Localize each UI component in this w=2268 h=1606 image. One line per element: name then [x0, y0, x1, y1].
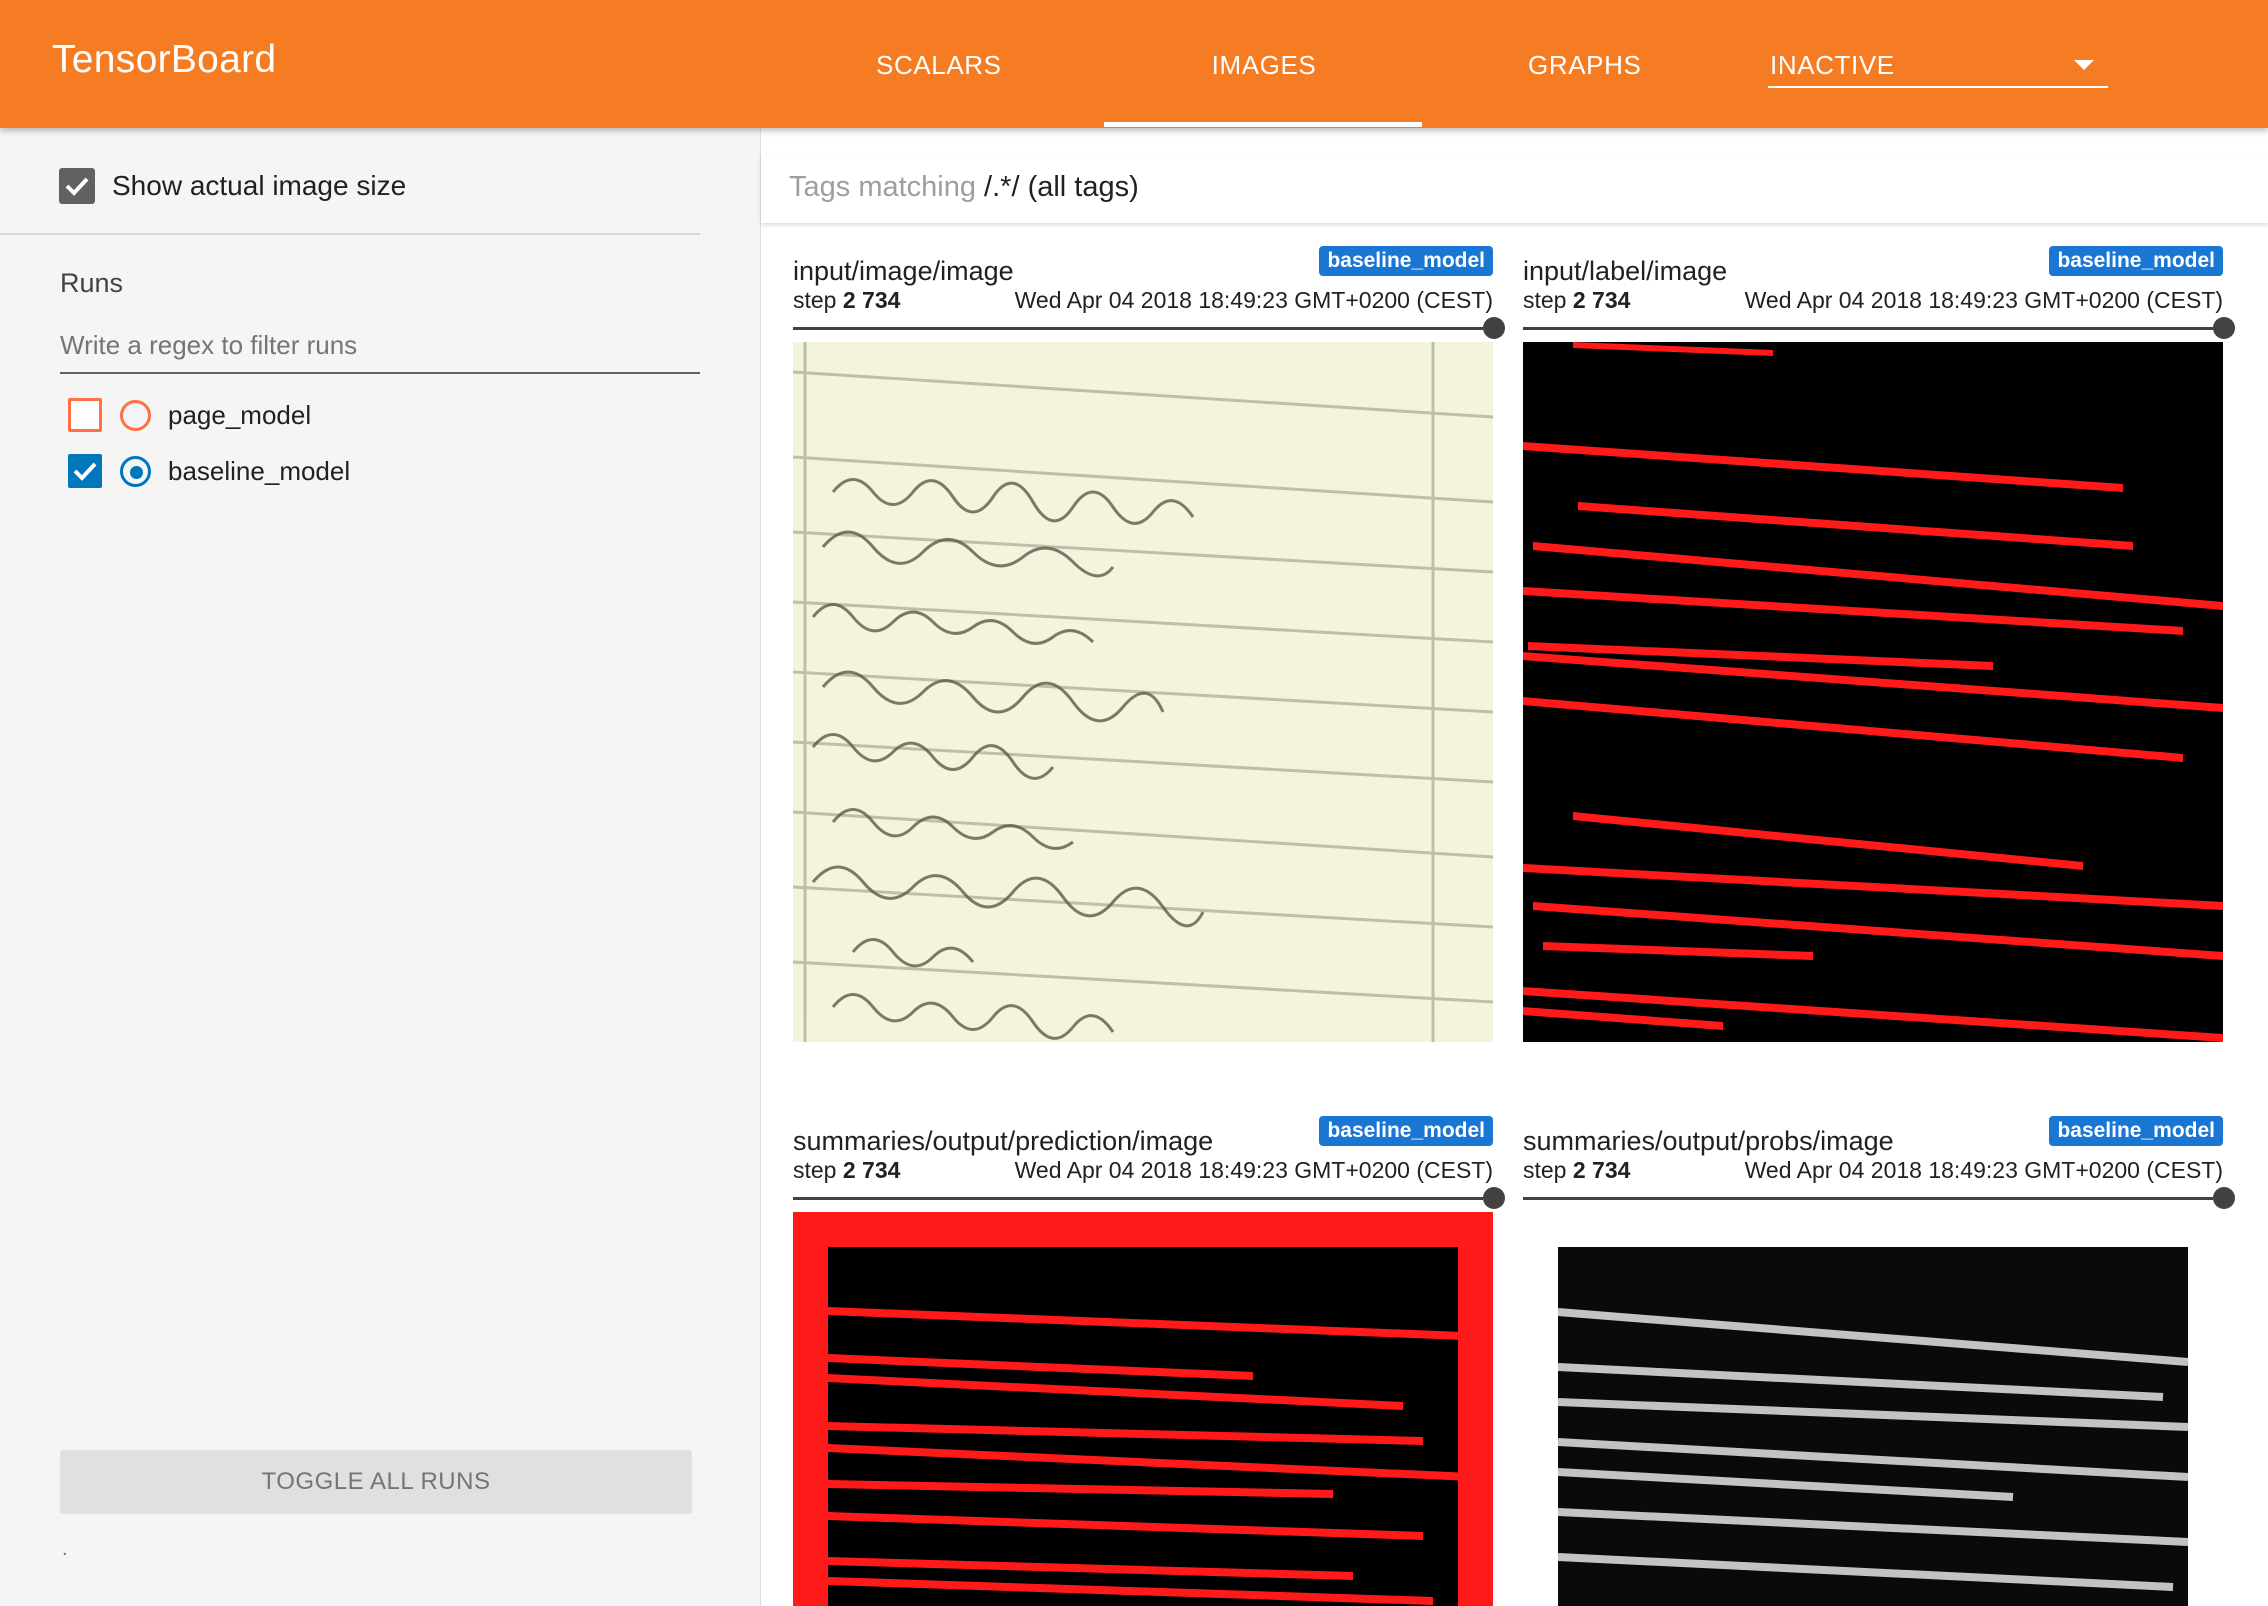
- step-label: step: [1523, 287, 1573, 313]
- top-app-bar: TensorBoard SCALARS IMAGES GRAPHS INACTI…: [0, 0, 2268, 128]
- inactive-dashboards-dropdown[interactable]: INACTIVE: [1768, 40, 2108, 88]
- card-tag: summaries/output/probs/image: [1523, 1126, 1894, 1156]
- step-slider-track[interactable]: [793, 327, 1483, 330]
- step-label: step: [1523, 1157, 1573, 1183]
- run-badge: baseline_model: [2049, 1116, 2223, 1146]
- radio-selected-dot: [130, 466, 143, 479]
- run-badge: baseline_model: [1319, 246, 1493, 276]
- tags-filter-suffix: (all tags): [1019, 171, 1139, 203]
- show-actual-size-label: Show actual image size: [112, 170, 407, 201]
- active-tab-indicator: [1104, 122, 1422, 127]
- card-tag: input/image/image: [793, 256, 1014, 286]
- chevron-down-icon: [2074, 60, 2094, 70]
- tags-filter-prefix: Tags matching: [789, 171, 985, 203]
- step-label: step: [793, 1157, 843, 1183]
- tab-graphs[interactable]: GRAPHS: [1528, 50, 1641, 81]
- tags-filter-text: Tags matching /.*/ (all tags): [789, 171, 1139, 204]
- run-badge: baseline_model: [2049, 246, 2223, 276]
- run-name: baseline_model: [168, 456, 351, 486]
- card-step: step 2 734: [1523, 287, 1630, 314]
- check-icon: [65, 177, 89, 196]
- show-actual-size-checkbox[interactable]: [59, 168, 95, 204]
- tab-images[interactable]: IMAGES: [1104, 50, 1424, 81]
- run-radio-page-model[interactable]: [120, 400, 151, 431]
- run-badge: baseline_model: [1319, 1116, 1493, 1146]
- image-red-baseline-prediction: [793, 1212, 1493, 1606]
- footer-mark: .: [62, 1538, 68, 1560]
- step-slider-track[interactable]: [793, 1197, 1483, 1200]
- step-slider-handle[interactable]: [2213, 1187, 2235, 1209]
- sidebar: Show actual image size Runs Write a rege…: [0, 128, 760, 1606]
- divider: [0, 233, 700, 235]
- runs-heading: Runs: [60, 268, 124, 298]
- tags-filter-regex: /.*/: [984, 171, 1020, 203]
- inactive-dropdown-value: INACTIVE: [1770, 50, 1895, 80]
- toggle-all-runs-button[interactable]: TOGGLE ALL RUNS: [60, 1450, 692, 1514]
- card-wall-time: Wed Apr 04 2018 18:49:23 GMT+0200 (CEST): [1014, 287, 1493, 313]
- run-checkbox-baseline-model[interactable]: [68, 454, 102, 488]
- card-step: step 2 734: [793, 1157, 900, 1184]
- step-slider-track[interactable]: [1523, 327, 2213, 330]
- step-slider-track[interactable]: [1523, 1197, 2213, 1200]
- image-handwritten-page: [793, 342, 1493, 1042]
- step-slider-handle[interactable]: [1483, 1187, 1505, 1209]
- run-name: page_model: [168, 400, 312, 430]
- run-checkbox-page-model[interactable]: [68, 398, 102, 432]
- tab-scalars[interactable]: SCALARS: [876, 50, 1001, 81]
- image-red-baseline-label: [1523, 342, 2223, 1042]
- image-grayscale-probability-map: [1523, 1212, 2223, 1606]
- step-value: 2 734: [1572, 1157, 1631, 1183]
- run-filter-input[interactable]: Write a regex to filter runs: [60, 330, 700, 374]
- step-slider-handle[interactable]: [1483, 317, 1505, 339]
- card-wall-time: Wed Apr 04 2018 18:49:23 GMT+0200 (CEST): [1014, 1157, 1493, 1183]
- card-tag: summaries/output/prediction/image: [793, 1126, 1214, 1156]
- card-wall-time: Wed Apr 04 2018 18:49:23 GMT+0200 (CEST): [1744, 287, 2223, 313]
- card-step: step 2 734: [793, 287, 900, 314]
- step-slider-handle[interactable]: [2213, 317, 2235, 339]
- run-radio-baseline-model[interactable]: [120, 456, 151, 487]
- run-filter-placeholder: Write a regex to filter runs: [60, 330, 358, 360]
- step-value: 2 734: [842, 1157, 901, 1183]
- check-icon: [73, 462, 97, 481]
- tags-filter-bar[interactable]: Tags matching /.*/ (all tags): [761, 153, 2268, 223]
- app-title: TensorBoard: [52, 38, 277, 81]
- card-step: step 2 734: [1523, 1157, 1630, 1184]
- card-tag: input/label/image: [1523, 256, 1728, 286]
- step-value: 2 734: [1572, 287, 1631, 313]
- step-label: step: [793, 287, 843, 313]
- main-content: Tags matching /.*/ (all tags) input/imag…: [761, 128, 2268, 1606]
- step-value: 2 734: [842, 287, 901, 313]
- card-wall-time: Wed Apr 04 2018 18:49:23 GMT+0200 (CEST): [1744, 1157, 2223, 1183]
